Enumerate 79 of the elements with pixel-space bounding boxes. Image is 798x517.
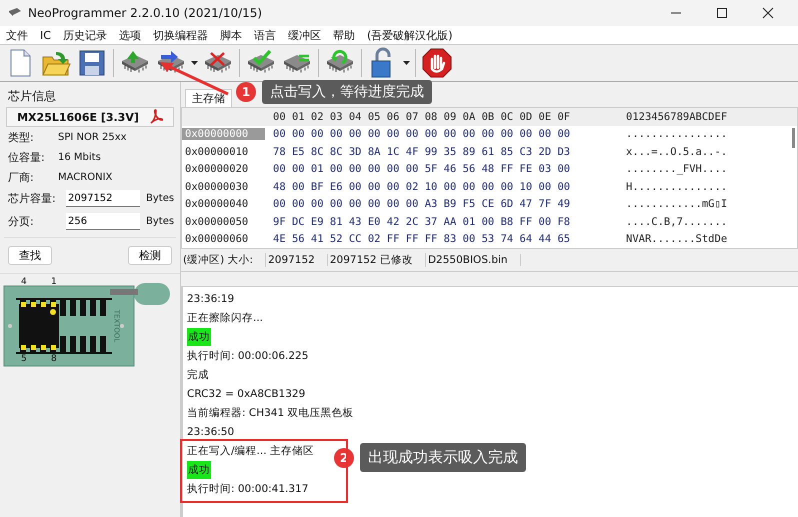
- success-label: 成功: [187, 460, 211, 478]
- pin-number: 4: [21, 278, 27, 287]
- input-field[interactable]: 256: [66, 213, 140, 230]
- pin-number: 1: [51, 278, 57, 287]
- log-line: 23:36:50: [187, 426, 234, 438]
- unit-label: Bytes: [146, 216, 174, 227]
- caret-icon[interactable]: [403, 61, 410, 65]
- ascii-text: ................: [625, 128, 728, 140]
- callout-bubble: 点击写入，等待进度完成: [262, 80, 432, 104]
- number-badge: 1: [236, 82, 256, 102]
- ascii-text: H...............: [625, 180, 728, 193]
- pin-number: 5: [21, 355, 27, 364]
- ascii-text: ....C.B,7.......: [625, 216, 728, 228]
- maximize-icon[interactable]: [716, 7, 728, 19]
- offset-cell[interactable]: 0x00000030: [182, 180, 265, 193]
- field-label: 位容量:: [8, 150, 46, 164]
- status-text: (缓冲区) 大小:: [181, 253, 266, 267]
- action-button[interactable]: 检测: [128, 246, 172, 265]
- log-line: 执行时间: 00:00:06.225: [187, 348, 308, 362]
- caret-icon[interactable]: [191, 61, 198, 65]
- log-line: 23:36:19: [187, 292, 234, 304]
- status-text: 2097152 已修改: [328, 253, 426, 267]
- unit-label: Bytes: [146, 193, 174, 204]
- stop-hand-icon[interactable]: [421, 47, 453, 79]
- field-label: 厂商:: [8, 170, 35, 184]
- hex-bytes: 00 00 01 00 00 00 00 00 5F 46 56 48 FF FE 03 00: [272, 163, 572, 176]
- success-label: 成功: [187, 328, 211, 346]
- panel-title: 芯片信息: [7, 88, 57, 105]
- log-line: 当前编程器: CH341 双电压黑色板: [187, 406, 354, 420]
- offset-cell[interactable]: 0x00000010: [182, 146, 265, 158]
- offset-cell[interactable]: 0x00000060: [182, 233, 265, 246]
- ascii-text: ........_FVH....: [625, 163, 728, 176]
- menu-item[interactable]: 缓冲区: [282, 28, 327, 42]
- window-title: NeoProgrammer 2.2.0.10 (2021/10/15): [28, 6, 262, 20]
- log-line: 正在写入/编程... 主存储区: [187, 444, 314, 458]
- menu-item[interactable]: 帮助: [326, 28, 361, 42]
- status-text: D2550BIOS.bin: [426, 254, 521, 266]
- menu-item[interactable]: 脚本: [214, 28, 248, 42]
- status-text: 2097152: [266, 254, 328, 266]
- menu-item[interactable]: (吾爱破解汉化版): [360, 28, 459, 42]
- menu-item[interactable]: 切换编程器: [146, 28, 214, 42]
- log-line: CRC32 = 0xA8CB1329: [187, 388, 306, 400]
- log-line: 正在擦除闪存...: [187, 310, 264, 324]
- hex-bytes: 48 00 BF E6 00 00 00 02 10 00 00 00 00 10 00 00: [272, 180, 572, 193]
- menu-item[interactable]: 历史记录: [56, 28, 113, 42]
- hex-bytes: 00 00 00 00 00 00 00 00 00 00 00 00 00 00 00 00: [272, 128, 572, 140]
- close-icon[interactable]: [762, 7, 774, 19]
- hex-bytes: 4E 56 41 52 CC 02 FF FF FF 83 00 53 74 64 44 65: [272, 233, 572, 246]
- field-label: 类型:: [8, 130, 35, 144]
- pdf-icon[interactable]: [148, 109, 163, 125]
- column-header: 00 01 02 03 04 05 06 07 08 09 0A 0B 0C 0D 0E 0F: [272, 110, 572, 123]
- offset-cell[interactable]: 0x00000020: [182, 163, 265, 176]
- hex-bytes: 9F DC E9 81 43 E0 42 2C 37 AA 01 00 B8 FF 00 F8: [272, 216, 572, 228]
- field-value: MACRONIX: [58, 172, 112, 182]
- field-value: 16 Mbits: [58, 152, 101, 162]
- input-field[interactable]: 2097152: [66, 190, 140, 207]
- scrollbar-thumb[interactable]: [792, 128, 795, 148]
- chip-name: MX25L1606E [3.3V]: [17, 110, 139, 124]
- log-line: 执行时间: 00:00:41.317: [187, 482, 308, 496]
- offset-cell[interactable]: 0x00000050: [182, 216, 265, 228]
- menu-item[interactable]: 语言: [248, 28, 282, 42]
- ascii-text: NVAR.......StdDe: [625, 233, 728, 246]
- ascii-text: x...=..O.5.a..-.: [625, 146, 728, 158]
- column-header: 0123456789ABCDEF: [625, 110, 728, 123]
- callout-bubble: 出现成功表示吸入完成: [360, 443, 526, 472]
- menu-item[interactable]: 文件: [0, 28, 34, 42]
- field-label: 芯片容量:: [8, 191, 57, 206]
- hex-bytes: 78 E5 8C 8C 3D 8A 1C 4F 99 35 89 61 85 C3 2D D3: [272, 146, 572, 158]
- field-label: 分页:: [8, 214, 35, 229]
- log-line: 完成: [187, 368, 209, 382]
- field-value: SPI NOR 25xx: [58, 132, 127, 142]
- menu-item[interactable]: 选项: [112, 28, 147, 42]
- menu-item[interactable]: IC: [34, 28, 57, 42]
- memory-tab[interactable]: 主存储: [185, 89, 232, 107]
- hex-bytes: 00 00 00 00 00 00 00 00 A3 B9 F5 CE 6D 47 7F 49: [272, 198, 572, 210]
- action-button[interactable]: 查找: [8, 246, 52, 265]
- pin-number: 8: [51, 355, 57, 364]
- offset-cell[interactable]: 0x00000040: [182, 198, 265, 210]
- ascii-text: ............mG▯I: [625, 198, 728, 210]
